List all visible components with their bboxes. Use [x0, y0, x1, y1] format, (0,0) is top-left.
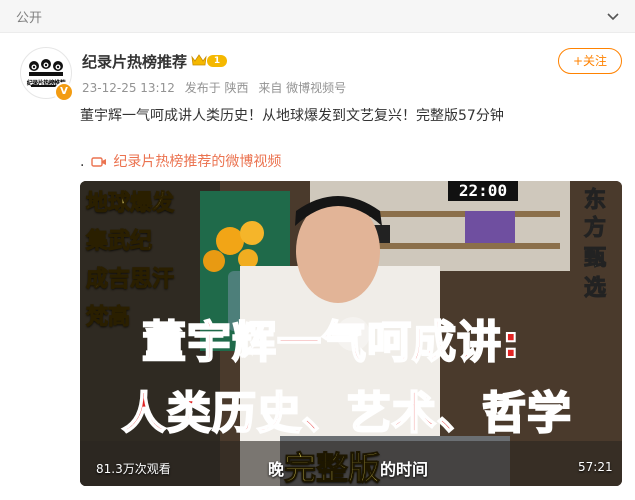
visibility-bar[interactable]: 公开 [0, 0, 635, 33]
video-right-label: 选 [583, 276, 606, 302]
video-player[interactable]: 22:00 地球爆发 集武纪 成吉思汗 梵高 东 方 甄 选 董宇辉一气呵成讲:… [80, 181, 622, 486]
chevron-down-icon[interactable] [605, 8, 621, 24]
post-meta: 23-12-25 13:12 发布于 陕西 来自 微博视频号 [82, 79, 352, 96]
video-left-label: 地球爆发 [85, 191, 175, 217]
video-left-label: 成吉思汗 [85, 267, 175, 293]
account-name[interactable]: 纪录片热榜推荐 [82, 51, 187, 72]
video-left-label: 集武纪 [85, 229, 153, 255]
video-left-label: 梵高 [85, 305, 131, 331]
post-location: 发布于 陕西 [184, 81, 249, 95]
caption-prefix: 晚 [268, 460, 285, 479]
video-duration: 57:21 [578, 460, 613, 474]
video-title-line2: 人类历史、艺术、哲学 [121, 387, 572, 440]
video-right-label: 东 [583, 188, 606, 214]
link-prefix: . [80, 154, 85, 170]
level-badge: 1 [207, 55, 227, 67]
video-bottom-caption: 晚完整版的时间 [268, 443, 429, 487]
video-camera-icon [91, 157, 106, 167]
video-title-line1: 董宇辉一气呵成讲: [141, 316, 521, 369]
follow-button[interactable]: +关注 [558, 48, 622, 74]
play-icon[interactable] [335, 316, 371, 352]
post-time[interactable]: 23-12-25 13:12 [82, 81, 175, 95]
caption-highlight: 完整版 [284, 449, 381, 487]
visibility-label: 公开 [16, 11, 43, 26]
view-count: 81.3万次观看 [96, 462, 171, 476]
post-text: 董宇辉一气呵成讲人类历史！从地球爆发到文艺复兴！完整版57分钟 [80, 108, 504, 124]
video-link-label: 纪录片热榜推荐的微博视频 [113, 154, 282, 170]
video-right-label: 甄 [583, 246, 606, 272]
verified-badge: V [54, 82, 74, 102]
caption-suffix: 的时间 [380, 460, 429, 479]
post-source[interactable]: 来自 微博视频号 [258, 81, 346, 95]
video-right-label: 方 [583, 216, 606, 242]
video-link[interactable]: . 纪录片热榜推荐的微博视频 [80, 151, 281, 171]
crown-icon [191, 54, 207, 66]
video-clock: 22:00 [448, 181, 518, 201]
